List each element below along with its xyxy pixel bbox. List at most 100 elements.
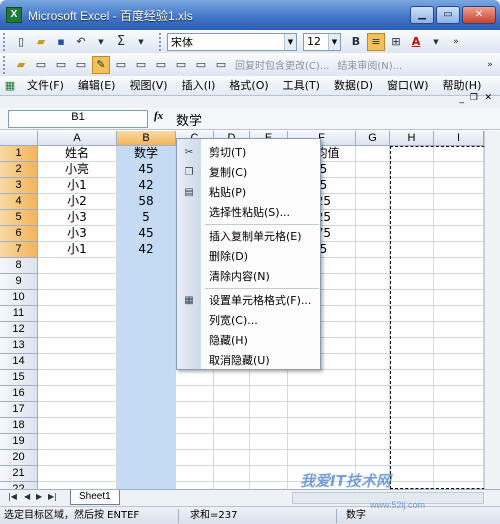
menu-view[interactable]: 视图(V) [122, 76, 174, 96]
menu-data[interactable]: 数据(D) [327, 76, 380, 96]
font-color-button[interactable]: A [407, 33, 425, 51]
open-folder-icon[interactable]: ▰ [32, 33, 50, 51]
review-icon[interactable]: ▭ [172, 56, 190, 74]
cell-h6[interactable] [390, 226, 434, 242]
review-icon[interactable]: ▭ [52, 56, 70, 74]
menu-edit[interactable]: 编辑(E) [71, 76, 123, 96]
cell-g3[interactable] [356, 178, 390, 194]
review-icon[interactable]: ▭ [72, 56, 90, 74]
row-header-18[interactable]: 18 [0, 418, 38, 434]
cell-c19[interactable] [176, 434, 214, 450]
review-icon[interactable]: ▭ [192, 56, 210, 74]
row-header-19[interactable]: 19 [0, 434, 38, 450]
cell-g11[interactable] [356, 306, 390, 322]
cell-h3[interactable] [390, 178, 434, 194]
cell-f19[interactable] [288, 434, 356, 450]
sheet-tab-sheet1[interactable]: Sheet1 [70, 490, 120, 505]
cell-g18[interactable] [356, 418, 390, 434]
row-header-14[interactable]: 14 [0, 354, 38, 370]
first-sheet-icon[interactable]: |◀ [8, 492, 17, 501]
track-changes-icon[interactable]: ✎ [92, 55, 110, 74]
prev-sheet-icon[interactable]: ◀ [24, 492, 30, 501]
menu-file[interactable]: 文件(F) [20, 76, 71, 96]
cell-e21[interactable] [250, 466, 288, 482]
name-box[interactable]: B1 [8, 110, 148, 128]
cell-b2[interactable]: 45 [117, 162, 176, 178]
cell-e22[interactable] [250, 482, 288, 489]
cell-g7[interactable] [356, 242, 390, 258]
cell-h8[interactable] [390, 258, 434, 274]
cell-a16[interactable] [38, 386, 117, 402]
cell-g12[interactable] [356, 322, 390, 338]
context-menu-item[interactable]: ✂ 剪切(T) [177, 143, 320, 163]
cell-a12[interactable] [38, 322, 117, 338]
cell-g9[interactable] [356, 274, 390, 290]
cell-a21[interactable] [38, 466, 117, 482]
cell-c16[interactable] [176, 386, 214, 402]
cell-a19[interactable] [38, 434, 117, 450]
cell-a13[interactable] [38, 338, 117, 354]
cell-e17[interactable] [250, 402, 288, 418]
row-header-8[interactable]: 8 [0, 258, 38, 274]
cell-h12[interactable] [390, 322, 434, 338]
context-menu-item[interactable]: 取消隐藏(U) [177, 351, 320, 371]
cell-i16[interactable] [434, 386, 484, 402]
review-icon[interactable]: ▭ [132, 56, 150, 74]
cell-a15[interactable] [38, 370, 117, 386]
cell-b5[interactable]: 5 [117, 210, 176, 226]
select-all-corner[interactable] [0, 131, 38, 146]
cell-d18[interactable] [214, 418, 250, 434]
cell-a5[interactable]: 小3 [38, 210, 117, 226]
cell-b15[interactable] [117, 370, 176, 386]
cell-h9[interactable] [390, 274, 434, 290]
context-menu-item[interactable]: 列宽(C)... [177, 311, 320, 331]
row-header-2[interactable]: 2 [0, 162, 38, 178]
cell-d16[interactable] [214, 386, 250, 402]
last-sheet-icon[interactable]: ▶| [48, 492, 57, 501]
row-header-21[interactable]: 21 [0, 466, 38, 482]
cell-i2[interactable] [434, 162, 484, 178]
cell-i19[interactable] [434, 434, 484, 450]
toolbar-options-icon[interactable]: » [481, 56, 499, 74]
new-icon[interactable]: ▯ [12, 33, 30, 51]
cell-h14[interactable] [390, 354, 434, 370]
context-menu-item[interactable]: 插入复制单元格(E) [177, 227, 320, 247]
vertical-scrollbar[interactable] [484, 131, 500, 489]
cell-g17[interactable] [356, 402, 390, 418]
cell-a10[interactable] [38, 290, 117, 306]
cell-i1[interactable] [434, 146, 484, 162]
cell-g13[interactable] [356, 338, 390, 354]
menu-help[interactable]: 帮助(H) [436, 76, 489, 96]
row-header-12[interactable]: 12 [0, 322, 38, 338]
menu-window[interactable]: 窗口(W) [380, 76, 435, 96]
cell-c21[interactable] [176, 466, 214, 482]
fx-icon[interactable]: fx [154, 110, 163, 122]
cell-e15[interactable] [250, 370, 288, 386]
context-menu-item[interactable]: 删除(D) [177, 247, 320, 267]
cell-b1[interactable]: 数学 [117, 146, 176, 162]
cell-b6[interactable]: 45 [117, 226, 176, 242]
cell-a1[interactable]: 姓名 [38, 146, 117, 162]
row-header-5[interactable]: 5 [0, 210, 38, 226]
cell-i15[interactable] [434, 370, 484, 386]
row-header-4[interactable]: 4 [0, 194, 38, 210]
doc-restore-icon[interactable]: ❐ [470, 93, 478, 103]
cell-g14[interactable] [356, 354, 390, 370]
row-header-13[interactable]: 13 [0, 338, 38, 354]
row-header-3[interactable]: 3 [0, 178, 38, 194]
context-menu-item[interactable]: ❐ 复制(C) [177, 163, 320, 183]
reply-with-changes-button[interactable]: 回复时包含更改(C)... [235, 57, 329, 72]
cell-h13[interactable] [390, 338, 434, 354]
cell-a18[interactable] [38, 418, 117, 434]
cell-i9[interactable] [434, 274, 484, 290]
cell-h1[interactable] [390, 146, 434, 162]
cell-i4[interactable] [434, 194, 484, 210]
cell-i13[interactable] [434, 338, 484, 354]
cell-a2[interactable]: 小亮 [38, 162, 117, 178]
context-menu-item[interactable]: 隐藏(H) [177, 331, 320, 351]
cell-a14[interactable] [38, 354, 117, 370]
cell-g16[interactable] [356, 386, 390, 402]
cell-b16[interactable] [117, 386, 176, 402]
context-menu-item[interactable]: ▦ 设置单元格格式(F)... [177, 291, 320, 311]
row-header-20[interactable]: 20 [0, 450, 38, 466]
